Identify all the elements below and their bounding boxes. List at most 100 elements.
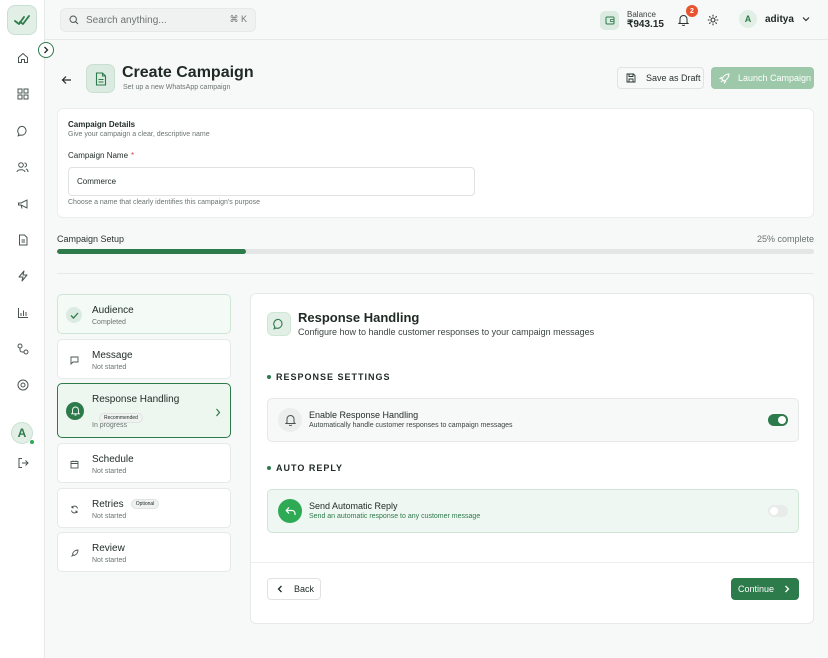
logout-icon	[18, 458, 29, 468]
step-audience[interactable]: Audience Completed	[57, 294, 231, 334]
bell-icon	[677, 15, 690, 27]
campaign-details-card: Campaign Details Give your campaign a cl…	[57, 108, 814, 218]
step-title: Response Handling	[92, 394, 180, 405]
help-icon	[17, 379, 28, 391]
logout-button[interactable]	[0, 452, 45, 474]
sidebar-item-templates[interactable]	[0, 229, 45, 251]
logo-check-icon[interactable]	[7, 5, 37, 35]
search-icon	[69, 15, 79, 25]
back-label: Back	[294, 584, 315, 594]
step-title: Audience	[92, 305, 134, 316]
message-icon	[66, 352, 82, 368]
chevron-down-icon	[802, 17, 810, 22]
settings-button[interactable]	[707, 13, 719, 31]
reply-icon	[278, 499, 302, 523]
sidebar-expand-button[interactable]	[38, 42, 54, 58]
response-handling-panel: Response Handling Configure how to handl…	[250, 293, 815, 624]
rocket-icon	[66, 545, 82, 561]
chevron-right-icon	[44, 46, 49, 54]
check-icon	[66, 307, 82, 323]
option-subtitle: Automatically handle customer responses …	[309, 422, 513, 429]
required-mark: *	[131, 151, 135, 160]
step-retries[interactable]: Retries Optional Not started	[57, 488, 231, 528]
setup-progress-fill	[57, 249, 247, 254]
top-bar: Search anything... ⌘ K Balance ₹943.15 2…	[45, 0, 828, 40]
setup-progress-bar	[57, 249, 814, 254]
step-response-handling[interactable]: Response Handling Recommended In progres…	[57, 383, 231, 438]
continue-button[interactable]: Continue	[731, 578, 799, 600]
sidebar-item-contacts[interactable]	[0, 156, 45, 178]
save-draft-button[interactable]: Save as Draft	[617, 67, 704, 89]
option-subtitle: Send an automatic response to any custom…	[309, 513, 481, 520]
sidebar: A	[0, 0, 45, 658]
notification-badge: 2	[686, 5, 698, 17]
campaign-name-label: Campaign Name *	[68, 151, 135, 160]
sidebar-item-chats[interactable]	[0, 120, 45, 142]
launch-label: Launch Campaign	[738, 73, 812, 83]
step-title: Message	[92, 350, 133, 361]
sidebar-item-workflows[interactable]	[0, 338, 45, 360]
sidebar-item-analytics[interactable]	[0, 302, 45, 324]
balance-label: Balance	[627, 10, 656, 19]
chevron-left-icon	[277, 585, 282, 593]
sidebar-item-automation[interactable]	[0, 265, 45, 287]
step-title: Retries Optional	[92, 499, 160, 510]
online-status-dot	[29, 439, 35, 445]
chat-icon	[267, 312, 291, 336]
wallet-icon	[600, 10, 619, 30]
optional-tag: Optional	[130, 499, 160, 510]
page-subtitle: Set up a new WhatsApp campaign	[123, 84, 231, 91]
launch-campaign-button[interactable]: Launch Campaign	[711, 67, 814, 89]
panel-title: Response Handling	[298, 310, 420, 325]
user-name: aditya	[765, 13, 794, 25]
save-icon	[626, 73, 636, 83]
save-draft-label: Save as Draft	[646, 73, 701, 83]
campaign-name-help: Choose a name that clearly identifies th…	[68, 199, 260, 206]
user-menu[interactable]: A aditya	[739, 10, 810, 28]
users-icon	[16, 162, 29, 173]
grid-icon	[17, 88, 28, 100]
step-status: Completed	[92, 319, 126, 326]
step-message[interactable]: Message Not started	[57, 339, 231, 379]
balance-amount: ₹943.15	[627, 19, 664, 30]
panel-subtitle: Configure how to handle customer respons…	[298, 327, 595, 337]
back-button[interactable]: Back	[267, 578, 321, 600]
bar-chart-icon	[17, 308, 28, 318]
divider	[251, 562, 815, 563]
step-status: Not started	[92, 557, 127, 564]
search-input[interactable]: Search anything... ⌘ K	[60, 8, 256, 32]
response-settings-heading: RESPONSE SETTINGS	[267, 372, 391, 382]
step-schedule[interactable]: Schedule Not started	[57, 443, 231, 483]
sidebar-item-dashboard[interactable]	[0, 83, 45, 105]
workflow-icon	[17, 343, 28, 355]
user-avatar: A	[739, 10, 757, 28]
divider	[57, 273, 814, 274]
back-arrow-button[interactable]	[61, 72, 72, 90]
megaphone-icon	[17, 199, 27, 209]
search-placeholder: Search anything...	[86, 14, 167, 26]
search-shortcut: ⌘ K	[229, 14, 247, 24]
send-automatic-reply-toggle[interactable]	[768, 505, 788, 517]
rocket-icon	[719, 72, 730, 84]
page-title: Create Campaign	[122, 64, 254, 81]
refresh-icon	[66, 501, 82, 517]
send-automatic-reply-option: Send Automatic Reply Send an automatic r…	[267, 489, 799, 533]
details-description: Give your campaign a clear, descriptive …	[68, 131, 210, 138]
gear-icon	[707, 14, 719, 26]
enable-response-handling-option: Enable Response Handling Automatically h…	[267, 398, 799, 442]
notifications-button[interactable]: 2	[677, 5, 698, 31]
enable-response-handling-toggle[interactable]	[768, 414, 788, 426]
sidebar-item-campaigns[interactable]	[0, 193, 45, 215]
step-status: In progress	[92, 422, 128, 429]
chevron-right-icon	[785, 585, 790, 593]
step-status: Not started	[92, 468, 127, 475]
step-status: Not started	[92, 513, 127, 520]
step-status: Not started	[92, 364, 127, 371]
option-title: Enable Response Handling	[309, 410, 419, 420]
balance-widget[interactable]: Balance ₹943.15	[600, 8, 664, 32]
step-review[interactable]: Review Not started	[57, 532, 231, 572]
home-icon	[17, 52, 28, 63]
campaign-name-field[interactable]	[68, 167, 475, 196]
sidebar-item-support[interactable]	[0, 374, 45, 396]
option-title: Send Automatic Reply	[309, 501, 398, 511]
